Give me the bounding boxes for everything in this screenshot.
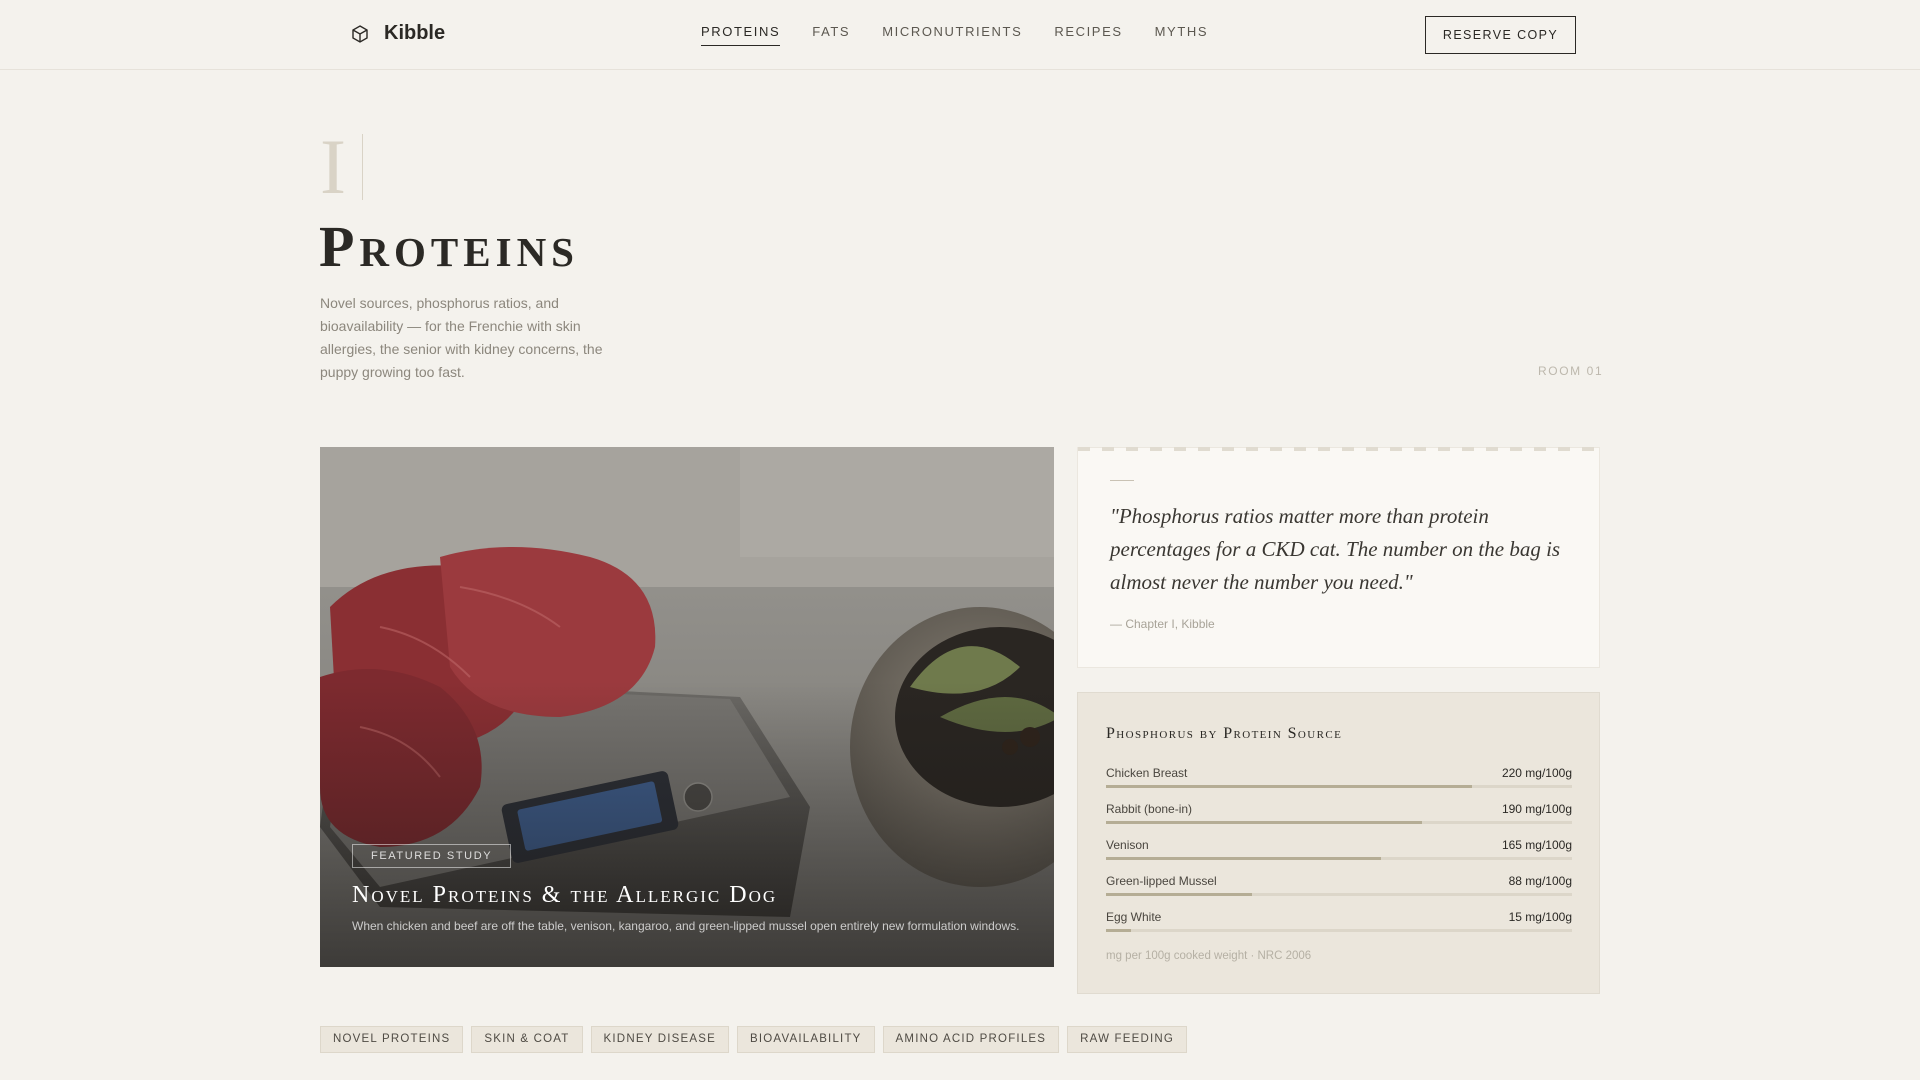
quote-rule bbox=[1110, 480, 1134, 481]
feature-description: When chicken and beef are off the table,… bbox=[352, 919, 1020, 933]
topic-tag[interactable]: AMINO ACID PROFILES bbox=[882, 1026, 1060, 1053]
phosphorus-row: Venison 165 mg/100g bbox=[1106, 838, 1572, 874]
phosphorus-bar-track bbox=[1106, 893, 1572, 896]
reserve-copy-button[interactable]: RESERVE COPY bbox=[1425, 16, 1576, 54]
phosphorus-row: Egg White 15 mg/100g bbox=[1106, 910, 1572, 946]
phosphorus-bar-fill bbox=[1106, 785, 1473, 788]
numeral-divider bbox=[362, 134, 363, 200]
phosphorus-value: 190 mg/100g bbox=[1501, 802, 1572, 816]
topic-tag[interactable]: RAW FEEDING bbox=[1067, 1026, 1188, 1053]
nav-link-fats[interactable]: FATS bbox=[812, 24, 850, 46]
phosphorus-source-label: Rabbit (bone-in) bbox=[1106, 802, 1193, 816]
phosphorus-bar-fill bbox=[1106, 893, 1253, 896]
topic-tag[interactable]: KIDNEY DISEASE bbox=[590, 1026, 730, 1053]
pull-quote-card: "Phosphorus ratios matter more than prot… bbox=[1077, 447, 1600, 668]
phosphorus-bar-fill bbox=[1106, 929, 1131, 932]
phosphorus-value: 220 mg/100g bbox=[1501, 766, 1572, 780]
phosphorus-rows: Chicken Breast 220 mg/100g Rabbit (bone-in… bbox=[1106, 766, 1572, 946]
brand-name: Kibble bbox=[384, 22, 446, 44]
nav-link-micronutrients[interactable]: MICRONUTRIENTS bbox=[882, 24, 1022, 46]
room-label: ROOM 01 bbox=[1538, 364, 1604, 378]
feature-caption: FEATURED STUDY Novel Proteins & the Alle… bbox=[352, 844, 1032, 933]
nav-link-proteins[interactable]: PROTEINS bbox=[701, 24, 781, 46]
phosphorus-source-label: Venison bbox=[1106, 838, 1149, 852]
phosphorus-source-label: Green-lipped Mussel bbox=[1106, 874, 1217, 888]
chapter-numeral: I bbox=[320, 123, 346, 210]
nav-link-recipes[interactable]: RECIPES bbox=[1054, 24, 1122, 46]
topic-tag[interactable]: BIOAVAILABILITY bbox=[737, 1026, 875, 1053]
page-title: Proteins bbox=[319, 214, 579, 279]
phosphorus-title: Phosphorus by Protein Source bbox=[1106, 725, 1343, 742]
phosphorus-note: mg per 100g cooked weight · NRC 2006 bbox=[1106, 950, 1312, 962]
phosphorus-value: 88 mg/100g bbox=[1508, 874, 1572, 888]
featured-study-tag: FEATURED STUDY bbox=[352, 844, 512, 868]
phosphorus-value: 165 mg/100g bbox=[1501, 838, 1572, 852]
phosphorus-bar-track bbox=[1106, 785, 1572, 788]
quote-citation: — Chapter I, Kibble bbox=[1110, 617, 1215, 631]
phosphorus-source-label: Egg White bbox=[1106, 910, 1162, 924]
topic-tag[interactable]: NOVEL PROTEINS bbox=[320, 1026, 464, 1053]
page-lede: Novel sources, phosphorus ratios, and bi… bbox=[320, 295, 603, 380]
top-nav: Kibble PROTEINS FATS MICRONUTRIENTS RECI… bbox=[0, 0, 1920, 70]
phosphorus-source-label: Chicken Breast bbox=[1106, 766, 1188, 780]
box-logo-icon bbox=[352, 24, 368, 43]
quote-text: "Phosphorus ratios matter more than prot… bbox=[1110, 504, 1561, 594]
feature-title[interactable]: Novel Proteins & the Allergic Dog bbox=[352, 882, 1032, 909]
topic-tag[interactable]: SKIN & COAT bbox=[471, 1026, 583, 1053]
topic-tags: NOVEL PROTEINS SKIN & COAT KIDNEY DISEASE B… bbox=[320, 1026, 1188, 1053]
phosphorus-bar-track bbox=[1106, 821, 1572, 824]
phosphorus-bar-track bbox=[1106, 929, 1572, 932]
phosphorus-bar-fill bbox=[1106, 821, 1423, 824]
phosphorus-panel: Phosphorus by Protein Source Chicken Bre… bbox=[1077, 692, 1600, 994]
phosphorus-value: 15 mg/100g bbox=[1508, 910, 1572, 924]
phosphorus-row: Green-lipped Mussel 88 mg/100g bbox=[1106, 874, 1572, 910]
featured-study-card[interactable]: FEATURED STUDY Novel Proteins & the Alle… bbox=[320, 447, 1054, 967]
phosphorus-bar-fill bbox=[1106, 857, 1381, 860]
phosphorus-row: Chicken Breast 220 mg/100g bbox=[1106, 766, 1572, 802]
nav-link-myths[interactable]: MYTHS bbox=[1155, 24, 1209, 46]
brand[interactable]: Kibble bbox=[350, 22, 445, 45]
phosphorus-bar-track bbox=[1106, 857, 1572, 860]
nav-links: PROTEINS FATS MICRONUTRIENTS RECIPES MYT… bbox=[701, 24, 1208, 46]
phosphorus-row: Rabbit (bone-in) 190 mg/100g bbox=[1106, 802, 1572, 838]
